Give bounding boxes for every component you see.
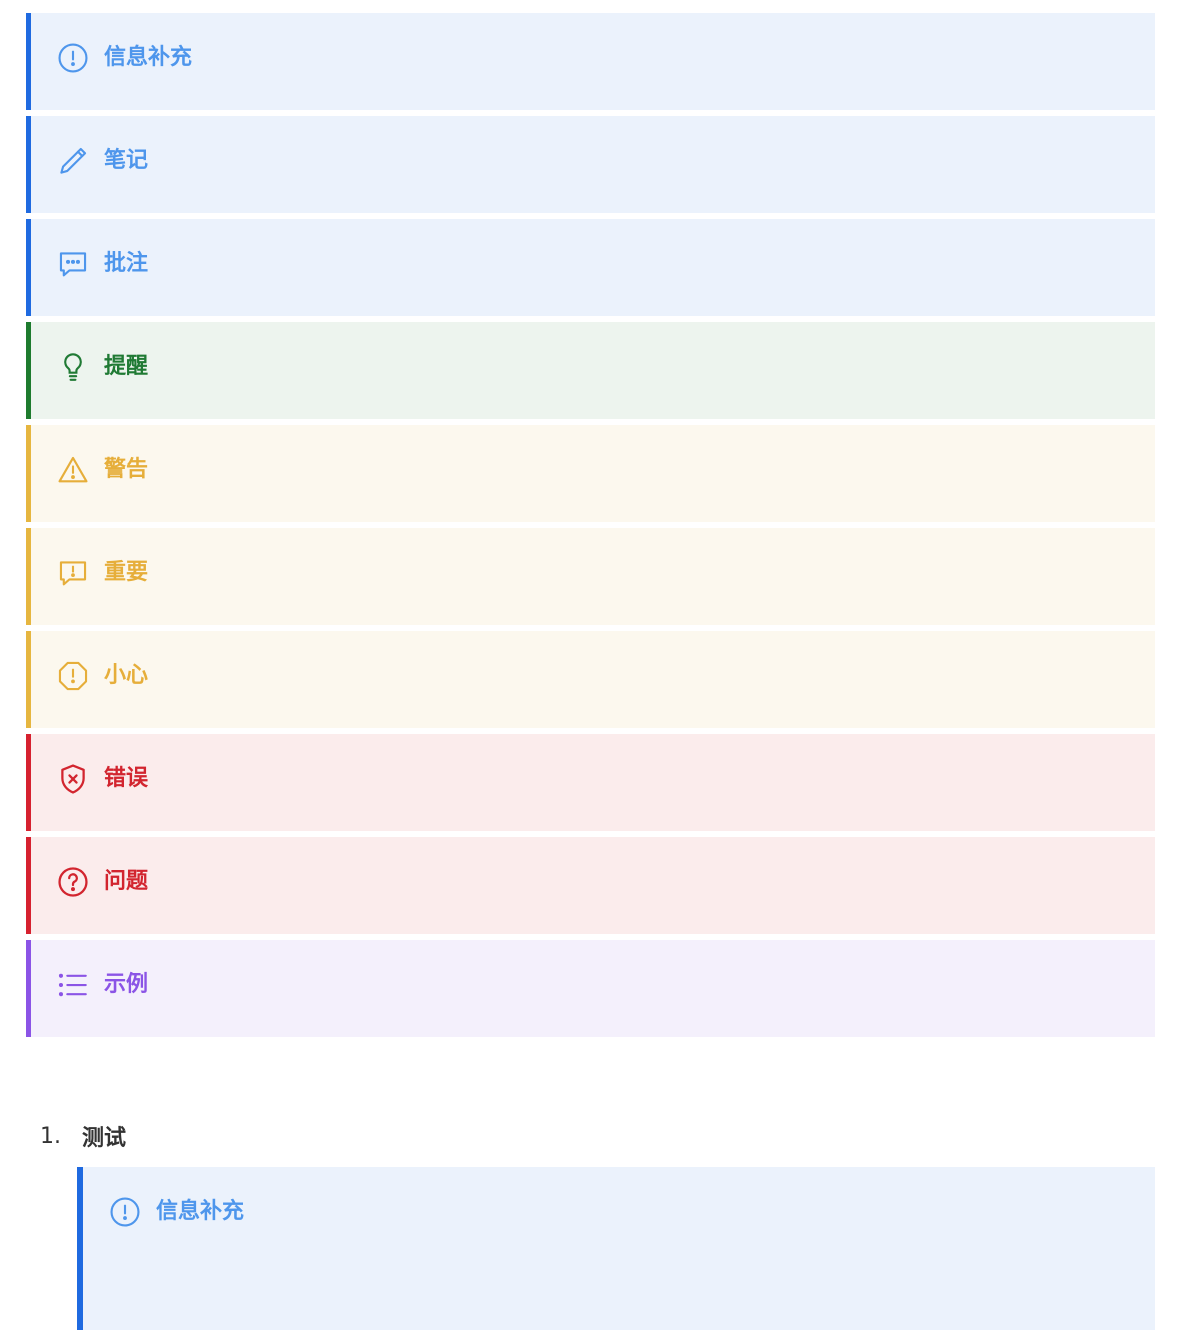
ordered-list: 1. 测试 信息补充	[40, 1116, 1155, 1330]
callout-header: 示例	[54, 966, 148, 1004]
callout-question: 问题	[26, 837, 1155, 934]
list-item-number: 1.	[40, 1123, 61, 1149]
callout-title: 错误	[104, 766, 149, 791]
info-circle-icon	[106, 1193, 144, 1231]
callout-header: 小心	[54, 657, 148, 695]
list-item-label: 测试	[82, 1126, 127, 1151]
nested-callout-info: 信息补充	[77, 1167, 1155, 1330]
callout-header: 提醒	[54, 348, 148, 386]
callout-warning: 警告	[26, 425, 1155, 522]
lightbulb-icon	[54, 348, 92, 386]
pencil-icon	[54, 142, 92, 180]
callout-title: 批注	[104, 251, 149, 276]
callout-title: 小心	[104, 663, 149, 688]
callout-header: 警告	[54, 451, 148, 489]
callout-title: 信息补充	[156, 1199, 245, 1224]
callout-header: 笔记	[54, 142, 148, 180]
callout-title: 重要	[104, 560, 149, 585]
callout-important: 重要	[26, 528, 1155, 625]
callout-info: 信息补充	[26, 13, 1155, 110]
comment-alert-icon	[54, 554, 92, 592]
callout-header: 问题	[54, 863, 148, 901]
callout-list: 信息补充 笔记 批注 提醒 警告 重要 小心 错误 问题 示例	[26, 13, 1155, 1043]
callout-tip: 提醒	[26, 322, 1155, 419]
callout-comment: 批注	[26, 219, 1155, 316]
callout-title: 信息补充	[104, 45, 193, 70]
callout-title: 警告	[104, 457, 149, 482]
callout-header: 批注	[54, 245, 148, 283]
warning-triangle-icon	[54, 451, 92, 489]
comment-dots-icon	[54, 245, 92, 283]
callout-note: 笔记	[26, 116, 1155, 213]
callout-title: 示例	[104, 972, 149, 997]
callout-header: 重要	[54, 554, 148, 592]
list-icon	[54, 966, 92, 1004]
callout-error: 错误	[26, 734, 1155, 831]
list-item: 1. 测试 信息补充	[40, 1116, 1155, 1330]
callout-header: 错误	[54, 760, 148, 798]
callout-title: 提醒	[104, 354, 149, 379]
callout-header: 信息补充	[106, 1193, 244, 1231]
question-circle-icon	[54, 863, 92, 901]
callout-caution: 小心	[26, 631, 1155, 728]
callout-title: 问题	[104, 869, 149, 894]
callout-example: 示例	[26, 940, 1155, 1037]
shield-x-icon	[54, 760, 92, 798]
info-circle-icon	[54, 39, 92, 77]
callout-title: 笔记	[104, 148, 149, 173]
callout-header: 信息补充	[54, 39, 192, 77]
list-item-header: 1. 测试	[40, 1116, 1155, 1156]
octagon-alert-icon	[54, 657, 92, 695]
